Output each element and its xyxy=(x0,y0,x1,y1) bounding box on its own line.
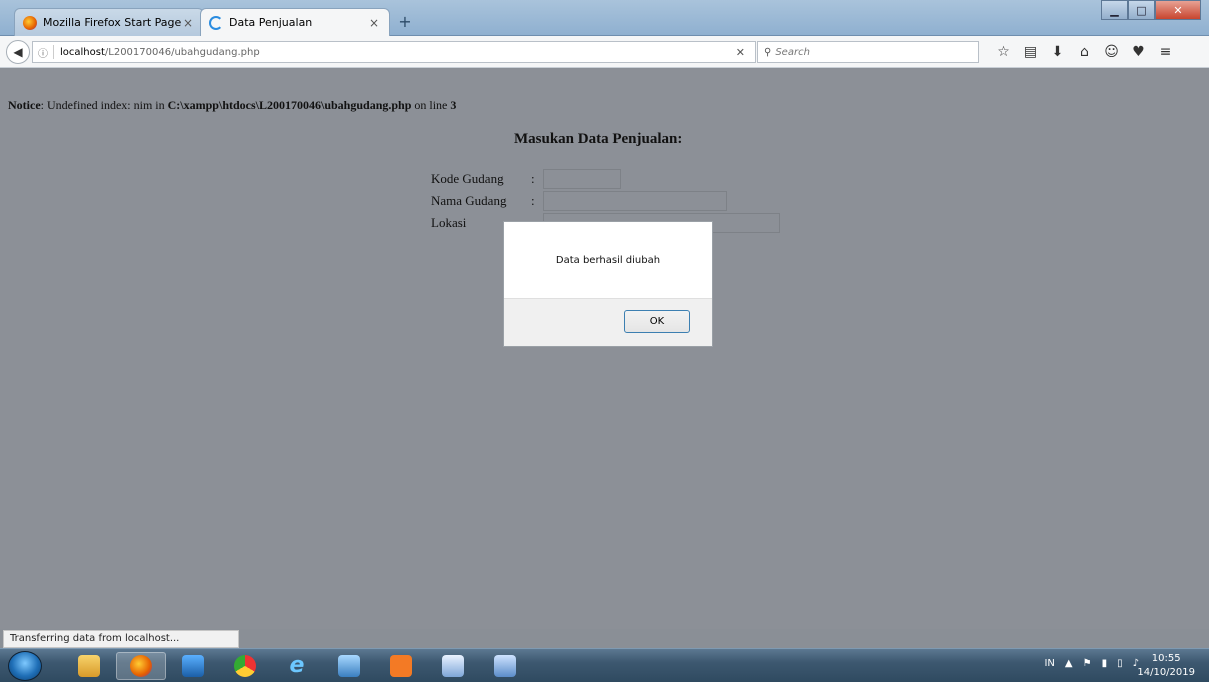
form-row-kode-gudang: Kode Gudang : xyxy=(431,169,621,189)
url-bar[interactable]: ⓘ localhost/L200170046/ubahgudang.php ✕ xyxy=(32,41,756,63)
bookmark-star-icon[interactable]: ☆ xyxy=(990,44,1017,60)
pocket-icon[interactable]: ♥ xyxy=(1125,44,1152,60)
url-path: /L200170046/ubahgudang.php xyxy=(104,46,260,58)
alert-dialog: Data berhasil diubah OK xyxy=(503,221,713,347)
nama-gudang-input[interactable] xyxy=(543,191,727,211)
start-button[interactable] xyxy=(8,651,42,681)
minimize-button[interactable]: ▁ xyxy=(1101,0,1128,20)
close-tab-icon[interactable]: × xyxy=(367,16,381,30)
tab-label: Mozilla Firefox Start Page xyxy=(43,16,181,29)
stop-icon[interactable]: ✕ xyxy=(736,46,745,59)
back-button[interactable]: ◀ xyxy=(6,40,30,64)
xampp-icon[interactable] xyxy=(376,652,426,680)
close-tab-icon[interactable]: × xyxy=(181,16,195,30)
notice-file: C:\xampp\htdocs\L200170046\ubahgudang.ph… xyxy=(167,98,412,112)
php-notice: Notice: Undefined index: nim in C:\xampp… xyxy=(8,98,456,113)
file-explorer-icon[interactable] xyxy=(64,652,114,680)
battery-icon[interactable]: ▯ xyxy=(1117,658,1123,669)
new-tab-button[interactable]: + xyxy=(396,12,414,31)
dialog-footer: OK xyxy=(504,298,712,346)
virtualbox-icon[interactable] xyxy=(324,652,374,680)
back-arrow-icon: ◀ xyxy=(13,45,23,59)
field-label: Nama Gudang xyxy=(431,193,507,208)
field-colon: : xyxy=(531,193,535,208)
close-window-button[interactable]: ✕ xyxy=(1155,0,1201,20)
downloads-icon[interactable]: ⬇ xyxy=(1044,44,1071,60)
search-placeholder: Search xyxy=(775,46,810,58)
language-indicator[interactable]: IN xyxy=(1044,658,1054,669)
kode-gudang-input[interactable] xyxy=(543,169,621,189)
toolbar-icons: ☆ ▤ ⬇ ⌂ ☺ ♥ ≡ xyxy=(990,44,1179,60)
window-controls: ▁ □ ✕ xyxy=(1101,0,1201,20)
clock-time: 10:55 xyxy=(1151,653,1181,664)
page-title: Masukan Data Penjualan: xyxy=(514,131,683,147)
chrome-icon[interactable] xyxy=(220,652,270,680)
notice-text-line: on line xyxy=(411,98,451,112)
url-host: localhost xyxy=(60,46,105,58)
flag-icon[interactable]: ⚑ xyxy=(1083,658,1092,669)
chat-icon[interactable]: ☺ xyxy=(1098,44,1125,60)
maximize-button[interactable]: □ xyxy=(1128,0,1155,20)
network-computer-icon[interactable] xyxy=(480,652,530,680)
media-player-icon[interactable] xyxy=(168,652,218,680)
info-icon[interactable]: ⓘ xyxy=(33,45,53,60)
notice-text: : Undefined index: nim in xyxy=(40,98,168,112)
divider xyxy=(53,45,54,59)
form-row-nama-gudang: Nama Gudang : xyxy=(431,191,727,211)
page-content: Notice: Undefined index: nim in C:\xampp… xyxy=(0,69,1209,629)
ok-button[interactable]: OK xyxy=(624,310,690,333)
tab-data-penjualan[interactable]: Data Penjualan × xyxy=(200,8,390,36)
title-bar: Mozilla Firefox Start Page × Data Penjua… xyxy=(0,0,1209,36)
loading-icon xyxy=(209,15,223,30)
firefox-icon xyxy=(23,15,37,30)
clock-date: 14/10/2019 xyxy=(1137,667,1195,678)
internet-explorer-icon[interactable]: e xyxy=(272,652,322,680)
show-hidden-icons-icon[interactable]: ▲ xyxy=(1065,658,1073,669)
navigation-bar: ◀ ⓘ localhost/L200170046/ubahgudang.php … xyxy=(0,36,1209,68)
field-label: Kode Gudang xyxy=(431,171,504,186)
system-tray: IN ▲ ⚑ ▮ ▯ ♪ xyxy=(1044,658,1139,669)
firefox-taskbar-icon[interactable] xyxy=(116,652,166,680)
bookmarks-list-icon[interactable]: ▤ xyxy=(1017,44,1044,60)
tab-label: Data Penjualan xyxy=(229,16,313,29)
notice-label: Notice xyxy=(8,98,41,112)
clock[interactable]: 10:55 14/10/2019 xyxy=(1137,652,1195,680)
tab-firefox-start[interactable]: Mozilla Firefox Start Page × xyxy=(14,8,204,36)
field-colon: : xyxy=(531,171,535,186)
menu-icon[interactable]: ≡ xyxy=(1152,44,1179,60)
taskbar: e IN ▲ ⚑ ▮ ▯ ♪ 10:55 14/10/2019 xyxy=(0,648,1209,682)
word-icon[interactable] xyxy=(428,652,478,680)
home-icon[interactable]: ⌂ xyxy=(1071,44,1098,60)
search-input[interactable]: ⚲ Search xyxy=(757,41,979,63)
notice-line-number: 3 xyxy=(450,98,457,112)
status-bar: Transferring data from localhost... xyxy=(3,630,239,648)
search-icon: ⚲ xyxy=(764,46,772,58)
network-signal-icon[interactable]: ▮ xyxy=(1102,658,1108,669)
dialog-message: Data berhasil diubah xyxy=(555,254,661,266)
